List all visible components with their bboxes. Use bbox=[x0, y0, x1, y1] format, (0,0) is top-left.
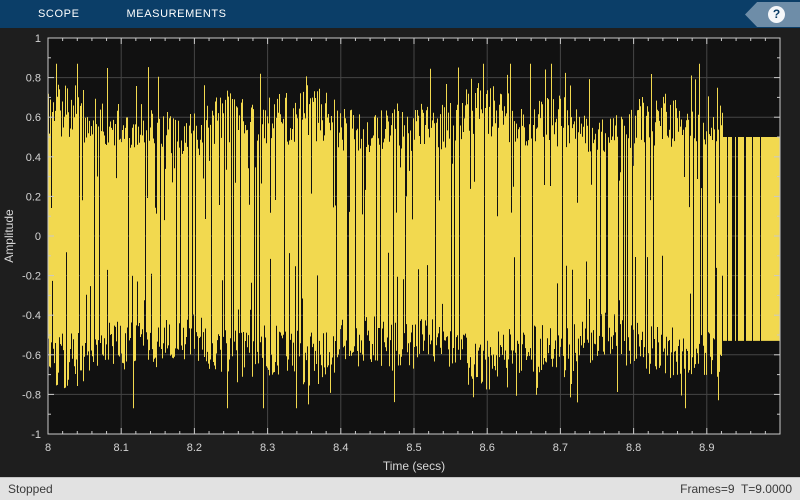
help-question-icon: ? bbox=[768, 6, 785, 23]
tab-measurements[interactable]: MEASUREMENTS bbox=[127, 0, 227, 28]
x-tick-label: 8.2 bbox=[187, 442, 202, 454]
y-tick-label: -0.2 bbox=[22, 271, 41, 283]
x-tick-label: 8.6 bbox=[480, 442, 495, 454]
status-text: Stopped bbox=[8, 482, 53, 496]
x-tick-label: 8.7 bbox=[553, 442, 568, 454]
y-tick-label: -0.4 bbox=[22, 310, 41, 322]
x-tick-label: 8.4 bbox=[333, 442, 348, 454]
x-tick-label: 8.5 bbox=[406, 442, 421, 454]
y-axis-label: Amplitude bbox=[2, 209, 16, 263]
y-tick-label: -1 bbox=[31, 429, 41, 441]
x-tick-label: 8.1 bbox=[114, 442, 129, 454]
y-tick-label: 0.4 bbox=[26, 152, 41, 164]
x-tick-label: 8.8 bbox=[626, 442, 641, 454]
y-tick-label: 0 bbox=[35, 231, 41, 243]
scope-chart: 8 8.1 8.2 8.3 8.4 8.5 8.6 8.7 8.8 8.9 -1 -0.8 -0.6 -0… bbox=[2, 33, 781, 473]
y-tick-label: -0.8 bbox=[22, 389, 41, 401]
x-tick-label: 8 bbox=[45, 442, 51, 454]
tab-scope[interactable]: SCOPE bbox=[38, 0, 80, 28]
x-axis-label: Time (secs) bbox=[383, 459, 445, 473]
plot-panel: 8 8.1 8.2 8.3 8.4 8.5 8.6 8.7 8.8 8.9 -1 -0.8 -0.6 -0… bbox=[0, 28, 800, 477]
scope-window: SCOPE MEASUREMENTS ? 8 8.1 8.2 8.3 8.4 8.5 8.6… bbox=[0, 0, 800, 500]
status-bar: Stopped Frames=9 T=9.0000 bbox=[0, 477, 800, 500]
frames-time-text: Frames=9 T=9.0000 bbox=[680, 482, 792, 496]
x-tick-label: 8.3 bbox=[260, 442, 275, 454]
x-tick-label: 8.9 bbox=[699, 442, 714, 454]
y-tick-label: 0.8 bbox=[26, 73, 41, 85]
y-tick-label: 1 bbox=[35, 33, 41, 45]
y-tick-label: 0.6 bbox=[26, 112, 41, 124]
help-button[interactable]: ? bbox=[745, 2, 800, 27]
toolbar: SCOPE MEASUREMENTS ? bbox=[0, 0, 800, 28]
y-tick-label: -0.6 bbox=[22, 350, 41, 362]
y-tick-label: 0.2 bbox=[26, 191, 41, 203]
